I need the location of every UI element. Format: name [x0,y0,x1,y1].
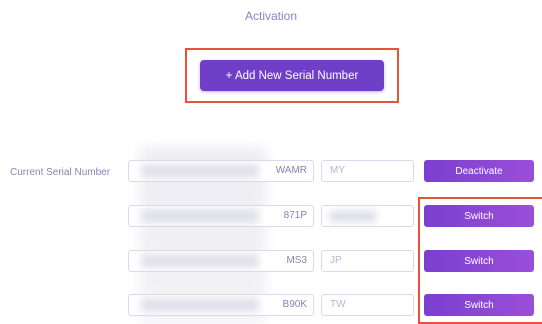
deactivate-button[interactable]: Deactivate [424,160,534,182]
serial-field-1[interactable]: WAMR [128,160,314,182]
country-placeholder: MY [330,165,345,176]
serial-redaction [141,254,259,268]
country-field-1[interactable]: MY [321,160,414,182]
country-placeholder: JP [330,255,342,266]
serial-suffix: WAMR [275,165,307,176]
serial-suffix: MS3 [286,255,307,266]
serial-redaction [141,298,259,312]
serial-redaction [141,164,259,178]
country-redaction [330,211,376,222]
country-field-2[interactable] [321,205,414,227]
serial-suffix: 871P [283,210,307,221]
country-field-4[interactable]: TW [321,294,414,316]
serial-field-2[interactable]: 871P [128,205,314,227]
country-field-3[interactable]: JP [321,250,414,272]
add-new-serial-button[interactable]: + Add New Serial Number [200,60,384,91]
highlight-switch-buttons [418,197,542,324]
country-placeholder: TW [330,299,346,310]
serial-suffix: B90K [282,299,307,310]
serial-field-4[interactable]: B90K [128,294,314,316]
page-title: Activation [244,9,298,23]
serial-redaction [141,209,259,223]
current-serial-label: Current Serial Number [10,167,111,178]
serial-field-3[interactable]: MS3 [128,250,314,272]
